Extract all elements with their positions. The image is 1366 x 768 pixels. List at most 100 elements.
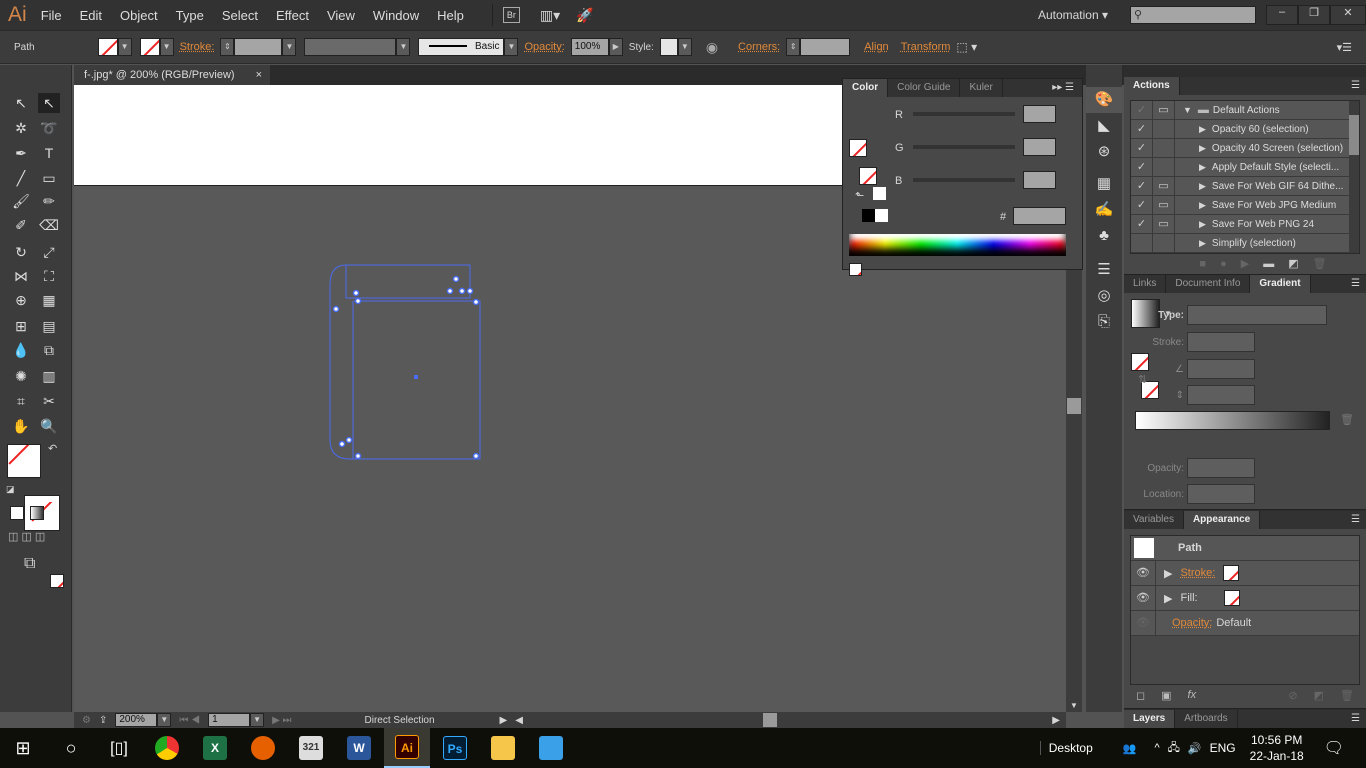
expand-icon[interactable]: ▶	[1199, 181, 1206, 192]
delete-icon[interactable]: 🗑	[1313, 258, 1341, 270]
search-input[interactable]: ⚲	[1130, 6, 1256, 24]
menu-select[interactable]: Select	[222, 8, 258, 23]
rectangle-tool-icon[interactable]: ▭	[38, 168, 60, 188]
dialog-toggle-icon[interactable]: ▭	[1153, 176, 1175, 196]
align-link[interactable]: Align	[864, 41, 888, 53]
gradient-icon[interactable]: ◣	[1086, 113, 1122, 139]
column-graph-tool-icon[interactable]: ▥	[38, 366, 60, 386]
transparency-icon[interactable]: ◎	[1086, 283, 1122, 309]
panel-menu-icon[interactable]: ▸▸ ☰	[1044, 79, 1082, 97]
new-set-icon[interactable]: ▬	[1263, 258, 1288, 270]
r-input[interactable]	[1023, 105, 1056, 123]
style-dropdown[interactable]: ▼	[677, 38, 692, 56]
toggle-check-icon[interactable]: ✓	[1131, 214, 1153, 234]
taskbar-excel[interactable]: X	[192, 728, 238, 768]
fill-swatch[interactable]	[97, 38, 118, 56]
start-button[interactable]: ⊞	[0, 728, 46, 768]
gradient-slider[interactable]	[1135, 411, 1330, 430]
zoom-input[interactable]: 200%	[115, 713, 158, 727]
graphic-style-swatch[interactable]	[659, 38, 678, 56]
toggle-check-icon[interactable]: ✓	[1131, 138, 1153, 158]
scroll-right-icon[interactable]: ▶	[1052, 715, 1060, 726]
line-tool-icon[interactable]: ╱	[10, 168, 32, 188]
dialog-toggle-icon[interactable]: ▭	[1153, 100, 1175, 120]
corners-link[interactable]: Corners:	[738, 41, 780, 53]
expand-icon[interactable]: ▶	[1199, 238, 1206, 249]
corners-stepper[interactable]: ⇕	[786, 38, 801, 56]
gamut-swatch[interactable]	[873, 187, 886, 200]
stroke-dropdown[interactable]: ▼	[159, 38, 174, 56]
bridge-button[interactable]: Br	[502, 7, 520, 23]
artboard-number-input[interactable]: 1	[208, 713, 251, 727]
panel-menu-icon[interactable]: ☰	[1345, 275, 1366, 293]
transform-link[interactable]: Transform	[901, 41, 951, 53]
menu-type[interactable]: Type	[176, 8, 204, 23]
tab-artboards[interactable]: Artboards	[1175, 710, 1238, 728]
clear-appearance-icon[interactable]: ⊘	[1288, 689, 1297, 702]
tab-document-info[interactable]: Document Info	[1166, 275, 1251, 293]
shape-builder-tool-icon[interactable]: ⊕	[10, 290, 32, 310]
rotate-tool-icon[interactable]: ↻	[10, 242, 32, 262]
expand-icon[interactable]: ▶	[1199, 219, 1206, 230]
gradient-mode-icon[interactable]	[30, 506, 44, 520]
slice-tool-icon[interactable]: ✂	[38, 391, 60, 411]
swap-fill-stroke-icon[interactable]: ↶	[48, 442, 57, 455]
dialog-toggle-icon[interactable]	[1153, 138, 1175, 158]
action-item[interactable]: ▶ Simplify (selection)	[1131, 233, 1359, 253]
r-slider[interactable]	[913, 112, 1015, 116]
tab-gradient[interactable]: Gradient	[1250, 275, 1311, 293]
action-item[interactable]: ✓ ▶ Opacity 40 Screen (selection)	[1131, 138, 1359, 158]
b-input[interactable]	[1023, 171, 1056, 189]
expand-icon[interactable]: ▶	[1199, 200, 1206, 211]
taskbar-photoshop[interactable]: Ps	[432, 728, 478, 768]
fill-dropdown[interactable]: ▼	[117, 38, 132, 56]
stroke-weight-dropdown[interactable]: ▼	[282, 38, 297, 56]
visibility-eye-icon[interactable]: 👁	[1131, 610, 1156, 636]
color-mode-icon[interactable]	[10, 506, 24, 520]
expand-icon[interactable]: ▶	[1164, 592, 1172, 605]
none-mode-icon[interactable]	[50, 574, 64, 588]
minimize-button[interactable]: –	[1266, 5, 1298, 25]
status-menu-icon[interactable]: ▶	[500, 715, 508, 726]
recolor-artwork-icon[interactable]: ◉	[706, 39, 718, 56]
desktop-toolbar[interactable]: Desktop	[1039, 741, 1093, 755]
scroll-thumb[interactable]	[1067, 398, 1081, 414]
restore-button[interactable]: ❐	[1298, 5, 1330, 25]
opacity-link[interactable]: Opacity:	[524, 41, 564, 53]
swatches-icon[interactable]: ▦	[1086, 171, 1122, 197]
menu-edit[interactable]: Edit	[80, 8, 102, 23]
scroll-left-icon[interactable]: ◀	[515, 715, 523, 726]
opacity-slider-button[interactable]: ▶	[608, 38, 623, 56]
brushes-icon[interactable]: ✍	[1086, 197, 1122, 223]
visibility-eye-icon[interactable]: 👁	[1131, 585, 1156, 611]
magic-wand-tool-icon[interactable]: ✲	[10, 118, 32, 138]
appearance-stroke-row[interactable]: 👁 ▶ Stroke:	[1131, 560, 1359, 586]
expand-icon[interactable]: ▶	[1164, 567, 1172, 580]
language-indicator[interactable]: ENG	[1210, 741, 1236, 755]
task-view-button[interactable]: [▯]	[96, 728, 142, 768]
fill-color-box[interactable]	[7, 444, 41, 478]
white-swatch[interactable]	[875, 209, 888, 222]
hex-input[interactable]	[1013, 207, 1066, 225]
paintbrush-tool-icon[interactable]: 🖌	[10, 191, 32, 211]
screen-mode-icon[interactable]: ⧉	[24, 555, 35, 573]
perspective-grid-tool-icon[interactable]: ▦	[38, 290, 60, 310]
menu-window[interactable]: Window	[373, 8, 419, 23]
taskbar-word[interactable]: W	[336, 728, 382, 768]
close-button[interactable]: ✕	[1330, 5, 1366, 25]
stroke-link[interactable]: Stroke:	[1180, 567, 1215, 579]
action-item[interactable]: ✓ ▭ ▶ Save For Web GIF 64 Dithe...	[1131, 176, 1359, 196]
action-center-icon[interactable]: 🗨	[1324, 738, 1344, 758]
appearance-fill-row[interactable]: 👁 ▶ Fill:	[1131, 585, 1359, 611]
dialog-toggle-icon[interactable]	[1153, 233, 1175, 253]
brush-dropdown[interactable]: ▼	[504, 38, 519, 56]
width-tool-icon[interactable]: ⋈	[10, 266, 32, 286]
panel-menu-icon[interactable]: ☰	[1345, 511, 1366, 529]
blob-brush-tool-icon[interactable]: ✐	[10, 215, 32, 235]
taskbar-chrome[interactable]	[144, 728, 190, 768]
share-icon[interactable]: ⇪	[99, 715, 107, 726]
mesh-tool-icon[interactable]: ⊞	[10, 316, 32, 336]
toggle-check-icon[interactable]: ✓	[1131, 157, 1153, 177]
new-action-icon[interactable]: ◩	[1288, 258, 1312, 270]
gradient-tool-icon[interactable]: ▤	[38, 316, 60, 336]
